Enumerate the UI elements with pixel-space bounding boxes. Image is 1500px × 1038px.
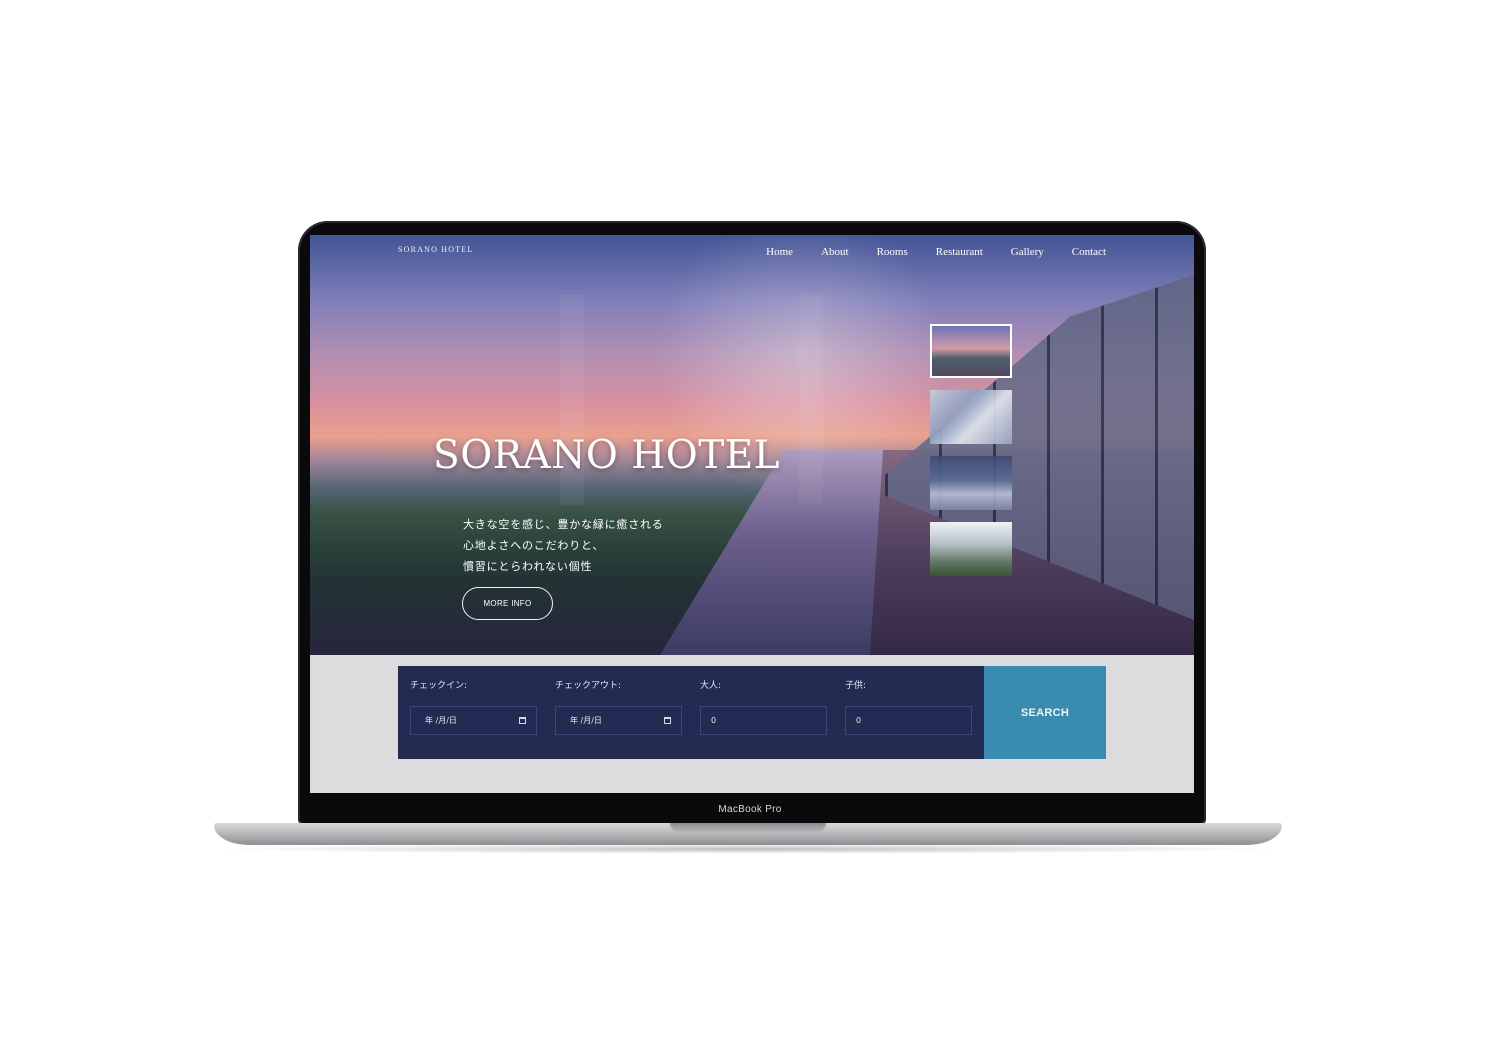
nav-gallery[interactable]: Gallery (1011, 246, 1044, 258)
adults-input[interactable]: 0 (700, 706, 827, 735)
children-value: 0 (856, 716, 862, 725)
laptop-shadow (210, 844, 1286, 854)
checkin-field: チェックイン: 年 /月/日 (410, 678, 537, 759)
booking-form: チェックイン: 年 /月/日 チェックアウト: 年 /月/日 大人: 0 子供:… (398, 666, 1106, 759)
hero-section: SORANO HOTEL Home About Rooms Restaurant… (310, 235, 1194, 655)
children-field: 子供: 0 (845, 678, 972, 759)
nav-contact[interactable]: Contact (1072, 246, 1106, 258)
nav-rooms[interactable]: Rooms (877, 246, 908, 258)
adults-value: 0 (711, 716, 717, 725)
checkout-label: チェックアウト: (555, 681, 622, 691)
hero-tagline: 大きな空を感じ、豊かな緑に癒される 心地よさへのこだわりと、 慣習にとらわれない… (463, 514, 664, 577)
thumbnail-guest-room[interactable] (930, 456, 1012, 510)
adults-field: 大人: 0 (700, 678, 827, 759)
children-input[interactable]: 0 (845, 706, 972, 735)
checkin-value: 年 /月/日 (425, 716, 457, 725)
thumbnail-building-exterior[interactable] (930, 522, 1012, 576)
children-label: 子供: (845, 681, 867, 691)
search-button[interactable]: SEARCH (984, 666, 1106, 759)
thumbnail-restaurant[interactable] (930, 390, 1012, 444)
checkout-date-input[interactable]: 年 /月/日 (555, 706, 682, 735)
booking-fields: チェックイン: 年 /月/日 チェックアウト: 年 /月/日 大人: 0 子供:… (398, 666, 984, 759)
browser-screen: SORANO HOTEL Home About Rooms Restaurant… (310, 235, 1194, 793)
tagline-line: 心地よさへのこだわりと、 (463, 539, 605, 552)
nav-about[interactable]: About (821, 246, 849, 258)
checkin-date-input[interactable]: 年 /月/日 (410, 706, 537, 735)
calendar-icon[interactable] (664, 717, 671, 724)
adults-label: 大人: (700, 681, 722, 691)
checkin-label: チェックイン: (410, 681, 468, 691)
gallery-thumbnails (930, 324, 1012, 588)
thumbnail-rooftop-pool[interactable] (930, 324, 1012, 378)
more-info-button[interactable]: MORE INFO (462, 587, 553, 620)
main-nav: Home About Rooms Restaurant Gallery Cont… (766, 246, 1106, 258)
calendar-icon[interactable] (519, 717, 526, 724)
hero-title: SORANO HOTEL (433, 433, 781, 478)
device-label: MacBook Pro (718, 804, 782, 815)
checkout-value: 年 /月/日 (570, 716, 602, 725)
nav-restaurant[interactable]: Restaurant (936, 246, 983, 258)
checkout-field: チェックアウト: 年 /月/日 (555, 678, 682, 759)
site-logo[interactable]: SORANO HOTEL (398, 245, 474, 254)
tagline-line: 大きな空を感じ、豊かな緑に癒される (463, 518, 664, 531)
laptop-notch (670, 823, 826, 832)
nav-home[interactable]: Home (766, 246, 793, 258)
tagline-line: 慣習にとらわれない個性 (463, 560, 593, 573)
